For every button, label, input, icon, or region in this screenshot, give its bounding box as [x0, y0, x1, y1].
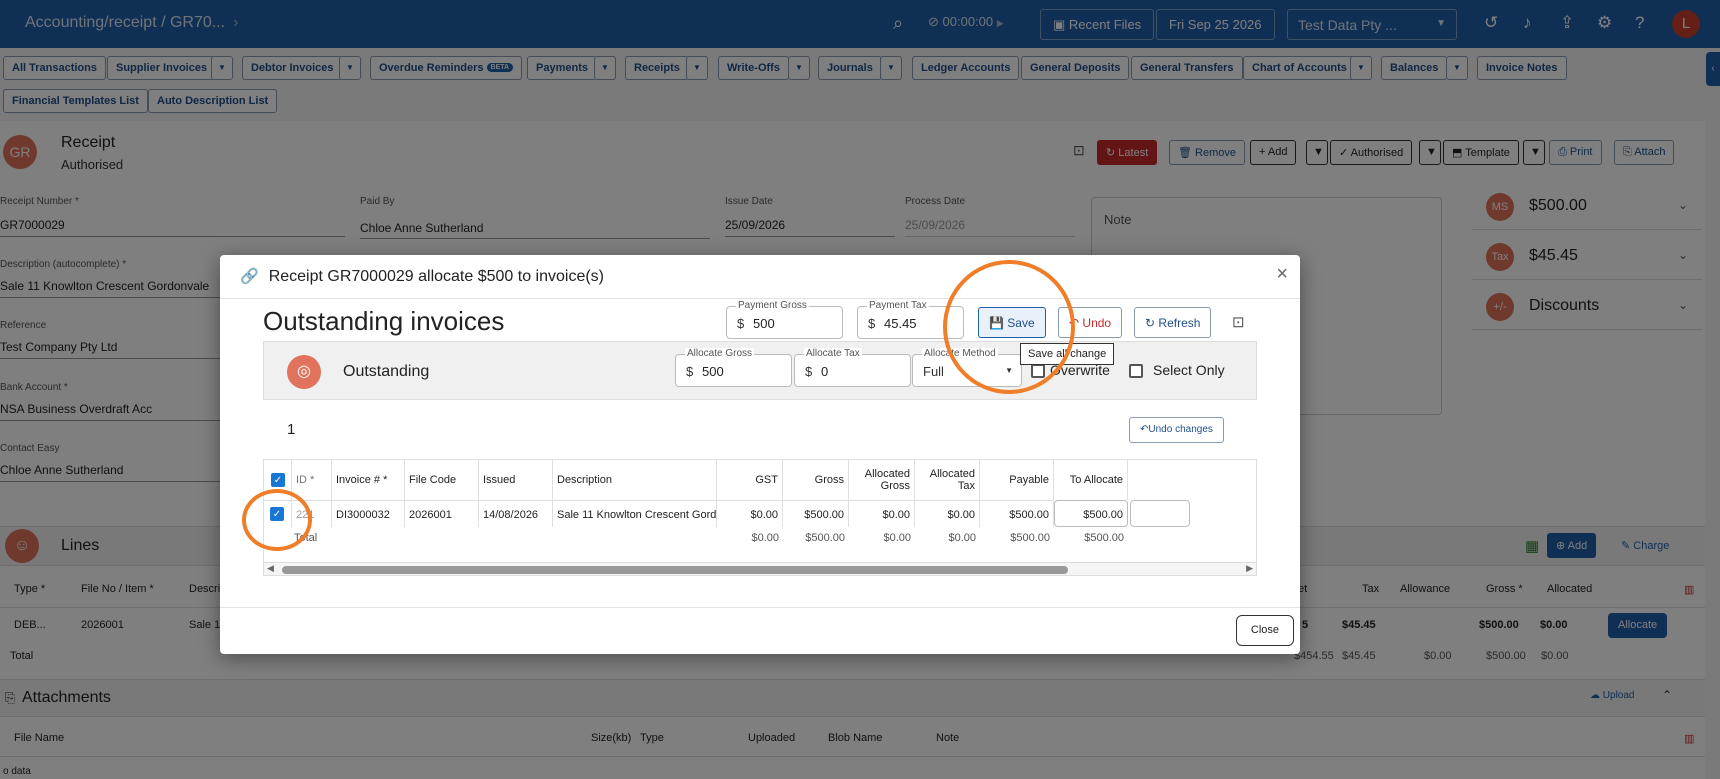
- close-button[interactable]: Close: [1235, 615, 1294, 646]
- row-to-allocate-input[interactable]: $500.00: [1054, 500, 1128, 527]
- row-invoice[interactable]: DI3000032: [332, 500, 405, 527]
- refresh-icon: ↻: [1145, 316, 1156, 330]
- allocate-gross-label: Allocate Gross: [685, 348, 755, 359]
- outstanding-label: Outstanding: [343, 363, 430, 380]
- outstanding-heading: Outstanding invoices: [263, 306, 505, 336]
- allocate-tax-field[interactable]: Allocate Tax $0: [794, 348, 911, 387]
- scroll-right-icon[interactable]: ▶: [1246, 563, 1253, 574]
- currency-symbol: $: [805, 364, 813, 379]
- allocate-tax-value: 0: [821, 364, 829, 379]
- payment-tax-label: Payment Tax: [867, 300, 929, 311]
- refresh-button[interactable]: ↻ Refresh: [1134, 307, 1212, 338]
- row-gross: $500.00: [783, 500, 849, 527]
- total-to-allocate: $500.00: [1084, 532, 1124, 544]
- scroll-left-icon[interactable]: ◀: [267, 563, 274, 574]
- payment-gross-value: 500: [753, 316, 775, 331]
- col-id[interactable]: ID *: [292, 460, 332, 500]
- currency-symbol: $: [686, 364, 694, 379]
- modal-header-divider: [220, 298, 1300, 299]
- allocate-modal: 🔗 Receipt GR7000029 allocate $500 to invo…: [220, 255, 1300, 654]
- total-allocated-gross: $0.00: [883, 532, 911, 544]
- undo-label: Undo: [1082, 316, 1112, 330]
- currency-symbol: $: [868, 316, 876, 331]
- close-icon[interactable]: ×: [1276, 263, 1288, 286]
- col-gross[interactable]: Gross: [783, 460, 849, 500]
- select-all-checkbox[interactable]: ✓: [271, 473, 285, 487]
- link-icon: 🔗: [240, 268, 259, 285]
- undo-changes-button[interactable]: ↶Undo changes: [1129, 417, 1224, 443]
- col-allocated-gross[interactable]: Allocated Gross: [849, 460, 915, 500]
- row-allocated-gross: $0.00: [849, 500, 915, 527]
- total-payable: $500.00: [1010, 532, 1050, 544]
- total-allocated-tax: $0.00: [948, 532, 976, 544]
- row-issued: 14/08/2026: [479, 500, 553, 527]
- row-allocated-tax: $0.00: [915, 500, 980, 527]
- highlight-circle-checkbox: [242, 489, 312, 551]
- col-allocated-tax[interactable]: Allocated Tax: [915, 460, 980, 500]
- col-description[interactable]: Description: [553, 460, 717, 500]
- col-invoice[interactable]: Invoice # *: [332, 460, 405, 500]
- payment-gross-label: Payment Gross: [736, 300, 809, 311]
- comment-icon[interactable]: ⊡: [1232, 313, 1245, 331]
- scrollbar-thumb[interactable]: [282, 566, 1068, 574]
- total-gross: $500.00: [805, 532, 845, 544]
- payment-gross-field[interactable]: Payment Gross $500: [726, 300, 843, 339]
- payment-tax-value: 45.45: [884, 316, 917, 331]
- highlight-circle-save: [943, 260, 1075, 394]
- modal-title: 🔗 Receipt GR7000029 allocate $500 to invo…: [240, 267, 604, 286]
- allocate-gross-field[interactable]: Allocate Gross $500: [675, 348, 792, 387]
- row-gst: $0.00: [717, 500, 783, 527]
- horizontal-scrollbar[interactable]: ◀ ▶: [263, 562, 1257, 576]
- undo-changes-label: Undo changes: [1148, 424, 1213, 435]
- allocate-tax-label: Allocate Tax: [804, 348, 862, 359]
- col-gst[interactable]: GST: [717, 460, 783, 500]
- select-only-checkbox[interactable]: [1129, 364, 1143, 378]
- target-icon: ◎: [287, 355, 321, 389]
- col-issued[interactable]: Issued: [479, 460, 553, 500]
- allocate-gross-value: 500: [702, 364, 724, 379]
- modal-title-text: Receipt GR7000029 allocate $500 to invoi…: [268, 268, 604, 285]
- row-payable: $500.00: [980, 500, 1054, 527]
- row-description: Sale 11 Knowlton Crescent Gordonvale: [553, 500, 717, 527]
- allocate-method-value: Full: [923, 364, 944, 379]
- refresh-label: Refresh: [1158, 316, 1201, 330]
- row-file-code[interactable]: 2026001: [405, 500, 479, 527]
- col-file-code[interactable]: File Code: [405, 460, 479, 500]
- modal-footer-divider: [220, 607, 1300, 608]
- record-count: 1: [287, 421, 296, 438]
- invoices-table: ✓ ID * Invoice # * File Code Issued Desc…: [263, 459, 1257, 569]
- col-to-allocate[interactable]: To Allocate: [1054, 460, 1128, 500]
- col-payable[interactable]: Payable: [980, 460, 1054, 500]
- row-extra-cell[interactable]: [1130, 500, 1190, 527]
- currency-symbol: $: [737, 316, 745, 331]
- total-gst: $0.00: [751, 532, 779, 544]
- select-only-label: Select Only: [1153, 362, 1225, 378]
